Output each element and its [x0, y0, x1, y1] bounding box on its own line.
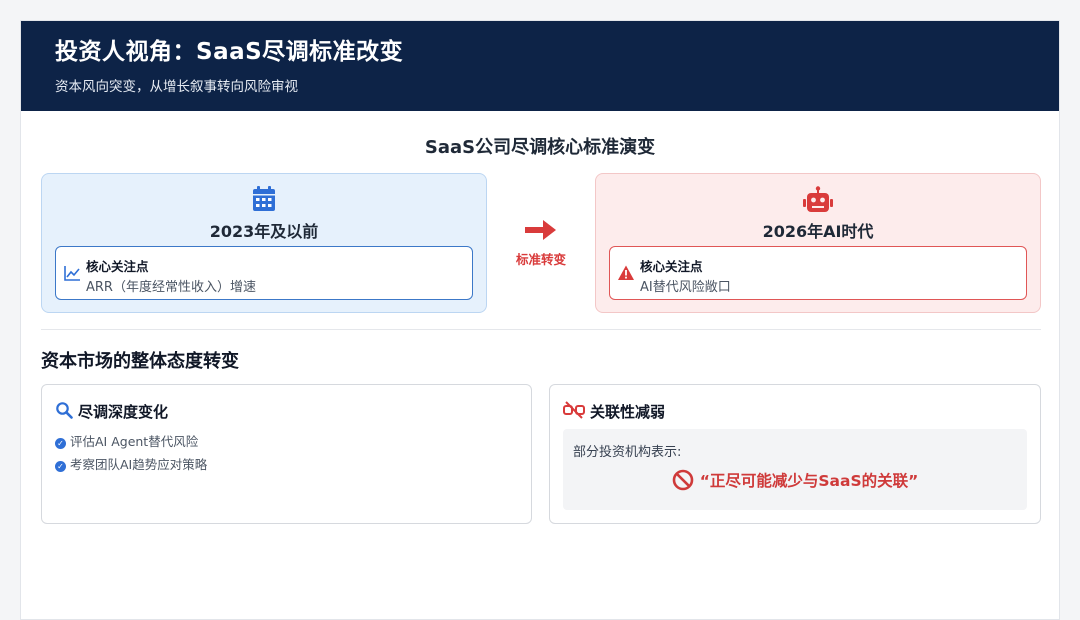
association-title: 关联性减弱 [590, 403, 666, 421]
page-subtitle: 资本风向突变，从增长叙事转向风险审视 [55, 79, 298, 95]
arrow-right-icon [525, 220, 557, 245]
check-circle-icon: ✓ [55, 461, 66, 472]
transition-label: 标准转变 [515, 252, 566, 267]
after-focus-value: AI替代风险敞口 [640, 280, 731, 295]
after-focus-label: 核心关注点 [640, 259, 703, 274]
diligence-card: 尽调深度变化 ✓ 评估AI Agent替代风险 ✓ 考察团队AI趋势应对策略 [41, 384, 532, 524]
before-focus-box: 核心关注点 ARR（年度经常性收入）增速 [55, 246, 473, 300]
before-panel: 2023年及以前 核心关注点 ARR（年度经常性收入）增速 [41, 173, 487, 313]
ban-icon [672, 469, 694, 495]
before-focus-value: ARR（年度经常性收入）增速 [86, 280, 256, 295]
association-card: 关联性减弱 部分投资机构表示: “正尽可能减少与SaaS的关联” [549, 384, 1041, 524]
quote-box: 部分投资机构表示: “正尽可能减少与SaaS的关联” [563, 429, 1027, 510]
evolution-title: SaaS公司尽调核心标准演变 [424, 137, 656, 158]
warning-icon [617, 264, 635, 282]
check-circle-icon: ✓ [55, 438, 66, 449]
transition-arrow: 标准转变 [495, 219, 587, 268]
diligence-item: ✓ 评估AI Agent替代风险 [55, 431, 198, 450]
after-focus-box: 核心关注点 AI替代风险敞口 [609, 246, 1027, 300]
quote-label: 部分投资机构表示: [573, 445, 682, 460]
robot-icon [596, 186, 1040, 212]
diligence-item: ✓ 考察团队AI趋势应对策略 [55, 454, 207, 473]
before-focus-label: 核心关注点 [86, 259, 149, 274]
quote-text: “正尽可能减少与SaaS的关联” [699, 472, 919, 490]
infographic-card: 投资人视角：SaaS尽调标准改变 资本风向突变，从增长叙事转向风险审视 SaaS… [20, 20, 1060, 620]
header-banner: 投资人视角：SaaS尽调标准改变 资本风向突变，从增长叙事转向风险审视 [21, 21, 1059, 111]
unlink-icon [563, 401, 585, 419]
before-title: 2023年及以前 [209, 222, 319, 241]
calendar-icon [42, 186, 486, 212]
page-title: 投资人视角：SaaS尽调标准改变 [55, 39, 404, 65]
after-panel: 2026年AI时代 核心关注点 AI替代风险敞口 [595, 173, 1041, 313]
market-title: 资本市场的整体态度转变 [41, 351, 239, 372]
section-divider [41, 329, 1041, 330]
diligence-title: 尽调深度变化 [78, 403, 169, 421]
search-icon [55, 401, 73, 419]
evolution-comparison: 2023年及以前 核心关注点 ARR（年度经常性收入）增速 标准转变 2026年… [21, 173, 1059, 319]
quote-text-row: “正尽可能减少与SaaS的关联” [563, 469, 1027, 495]
line-chart-icon [63, 264, 81, 282]
after-title: 2026年AI时代 [762, 222, 874, 241]
